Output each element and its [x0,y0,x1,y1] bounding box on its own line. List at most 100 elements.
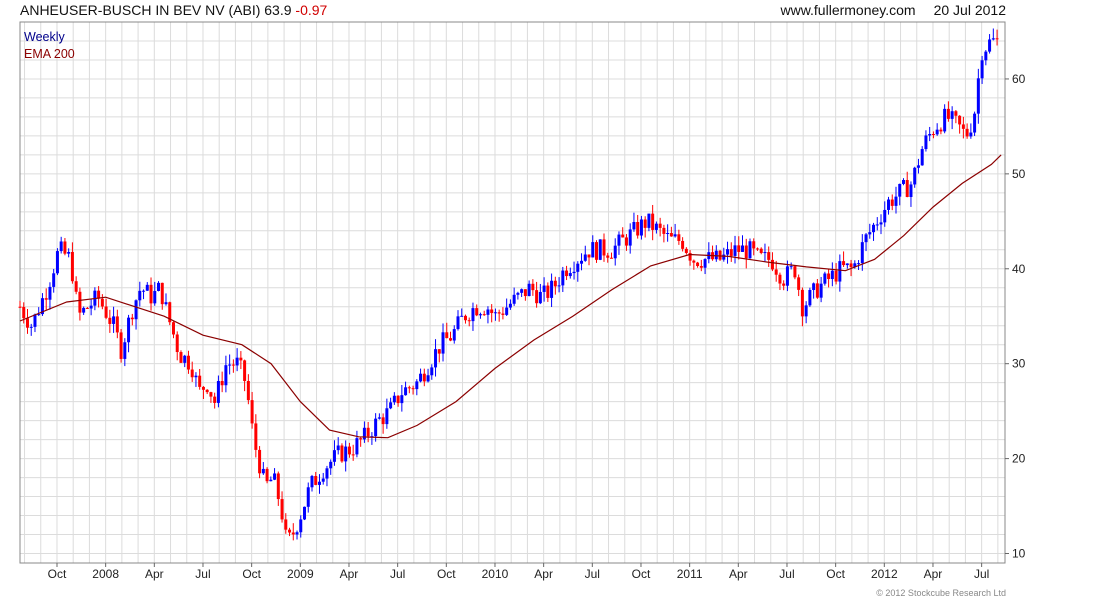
candle-body [819,283,823,298]
y-tick-label: 10 [1012,547,1026,561]
candle-body [33,314,37,327]
candle-body [374,418,378,437]
candle-body [422,373,426,382]
candle-body [355,438,359,455]
candle-body [310,476,314,488]
candle-body [59,241,63,252]
candle-body [385,408,389,425]
candle-body [29,326,33,328]
candle-body [696,262,700,267]
candle-body [613,245,617,259]
candle-body [531,283,535,291]
candle-body [677,234,681,241]
x-tick-label: Oct [826,567,845,581]
candle-body [228,364,232,366]
y-tick-label: 20 [1012,452,1026,466]
candle-body [269,479,273,482]
x-axis: Oct 2008 Apr Jul Oct 2009 Apr Jul Oct 2010 Apr Jul O… [48,563,989,581]
candle-body [130,317,134,320]
candle-body [550,280,554,298]
candle-body [325,468,329,479]
candle-body [179,352,183,363]
candle-body [445,332,449,339]
candle-body [684,248,688,253]
candle-body [553,280,557,287]
candle-body [887,199,891,210]
candle-body [115,316,119,333]
candle-body [460,315,464,317]
candle-body [857,263,861,265]
candle-body [243,360,247,381]
candle-body [351,454,355,456]
candle-body [288,529,292,533]
candle-body [759,248,763,254]
legend-ema: EMA 200 [24,47,75,61]
candle-body [471,308,475,322]
candle-body [624,237,628,246]
candle-body [722,254,726,260]
candle-body [449,338,453,341]
candle-body [726,249,730,255]
candle-body [969,132,973,137]
candle-body [441,332,445,354]
candle-body [606,255,610,258]
candle-body [535,290,539,304]
candle-body [527,283,531,297]
candle-body [748,241,752,259]
candle-body [591,242,595,258]
x-tick-label: Jul [390,567,405,581]
candle-body [572,271,576,274]
candle-body [924,135,928,150]
candle-body [407,387,411,389]
candle-body [490,309,494,314]
candle-body [55,251,59,274]
candle-body [849,263,853,268]
candle-body [198,375,202,387]
x-tick-label: 2011 [677,567,703,581]
candle-body [25,318,29,328]
candle-body [804,305,808,317]
x-tick-label: Oct [632,567,651,581]
candle-body [965,128,969,137]
candle-body [145,284,149,291]
candle-body [359,438,363,440]
y-tick-label: 50 [1012,167,1026,181]
candle-body [812,283,816,290]
candle-body [864,234,868,243]
candle-body [576,263,580,272]
candle-body [134,300,138,320]
candle-body [160,282,164,305]
candle-body [580,260,584,264]
candle-body [340,445,344,462]
candle-body [265,468,269,482]
x-tick-label: Jul [195,567,210,581]
candle-body [493,312,497,314]
candle-body [284,519,288,530]
candle-body [565,270,569,277]
candle-body [44,298,48,300]
candle-body [789,266,793,268]
candle-body [800,289,804,317]
candle-body [392,395,396,403]
candle-body [778,274,782,284]
candle-body [797,277,801,290]
candle-body [995,38,999,40]
candle-body [782,283,786,286]
candle-body [336,445,340,451]
candle-body [452,329,456,341]
candle-body [63,241,67,254]
candle-body [755,248,759,250]
candle-body [295,532,299,535]
candle-body [175,334,179,353]
candle-body [733,245,737,256]
candle-body [774,269,778,275]
y-tick-label: 30 [1012,357,1026,371]
candle-body [980,60,984,79]
candle-body [931,134,935,136]
y-tick-label: 60 [1012,72,1026,86]
candle-body [430,367,434,376]
candle-body [699,266,703,268]
candle-body [231,364,235,366]
candle-body [512,294,516,304]
candle-body [883,209,887,223]
